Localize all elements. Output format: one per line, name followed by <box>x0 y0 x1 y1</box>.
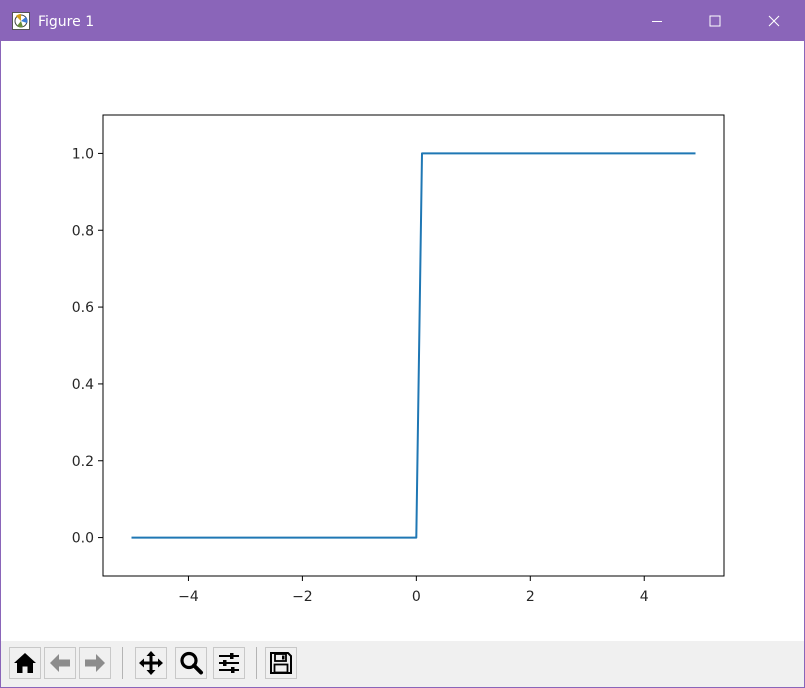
minimize-icon <box>652 21 662 22</box>
maximize-icon <box>709 15 721 27</box>
zoom-button[interactable] <box>175 647 207 679</box>
y-tick-label: 0.4 <box>72 377 94 393</box>
minimize-button[interactable] <box>628 1 686 41</box>
back-arrow-icon <box>50 654 70 672</box>
save-icon <box>270 652 292 674</box>
axes-frame <box>102 114 725 577</box>
pan-button[interactable] <box>135 647 167 679</box>
window-title: Figure 1 <box>38 14 95 30</box>
line-chart: −4 −2 0 2 4 0.0 0.2 0.4 0.6 0.8 1.0 <box>72 114 725 605</box>
forward-button[interactable] <box>79 647 111 679</box>
y-tick-label: 0.8 <box>72 223 94 239</box>
y-tick-label: 0.0 <box>72 531 94 547</box>
forward-arrow-icon <box>85 654 105 672</box>
x-tick-label: 2 <box>526 589 535 605</box>
y-tick-label: 0.2 <box>72 454 94 470</box>
y-tick-label: 1.0 <box>72 146 94 162</box>
home-icon <box>14 653 36 673</box>
zoom-icon <box>180 651 203 675</box>
title-bar[interactable]: Figure 1 <box>1 1 804 41</box>
navigation-toolbar <box>1 641 804 687</box>
matplotlib-app-icon <box>12 12 30 30</box>
x-tick-label: 4 <box>640 589 649 605</box>
configure-subplots-button[interactable] <box>213 647 245 679</box>
series-line-0 <box>131 152 696 539</box>
close-icon <box>768 15 780 27</box>
x-tick-label: −2 <box>292 589 313 605</box>
toolbar-separator <box>256 647 257 679</box>
x-tick-label: −4 <box>178 589 199 605</box>
y-tick-label: 0.6 <box>72 300 94 316</box>
back-button[interactable] <box>44 647 76 679</box>
pan-icon <box>139 651 163 675</box>
figure-canvas[interactable]: −4 −2 0 2 4 0.0 0.2 0.4 0.6 0.8 1.0 <box>1 41 804 641</box>
maximize-button[interactable] <box>686 1 744 41</box>
save-button[interactable] <box>265 647 297 679</box>
configure-subplots-icon <box>219 653 239 673</box>
home-button[interactable] <box>9 647 41 679</box>
toolbar-separator <box>122 647 123 679</box>
x-tick-label: 0 <box>412 589 421 605</box>
figure-window: Figure 1 −4 −2 0 2 4 0.0 0.2 0.4 0.6 0.8 1.0 <box>0 0 805 688</box>
close-button[interactable] <box>745 1 803 41</box>
